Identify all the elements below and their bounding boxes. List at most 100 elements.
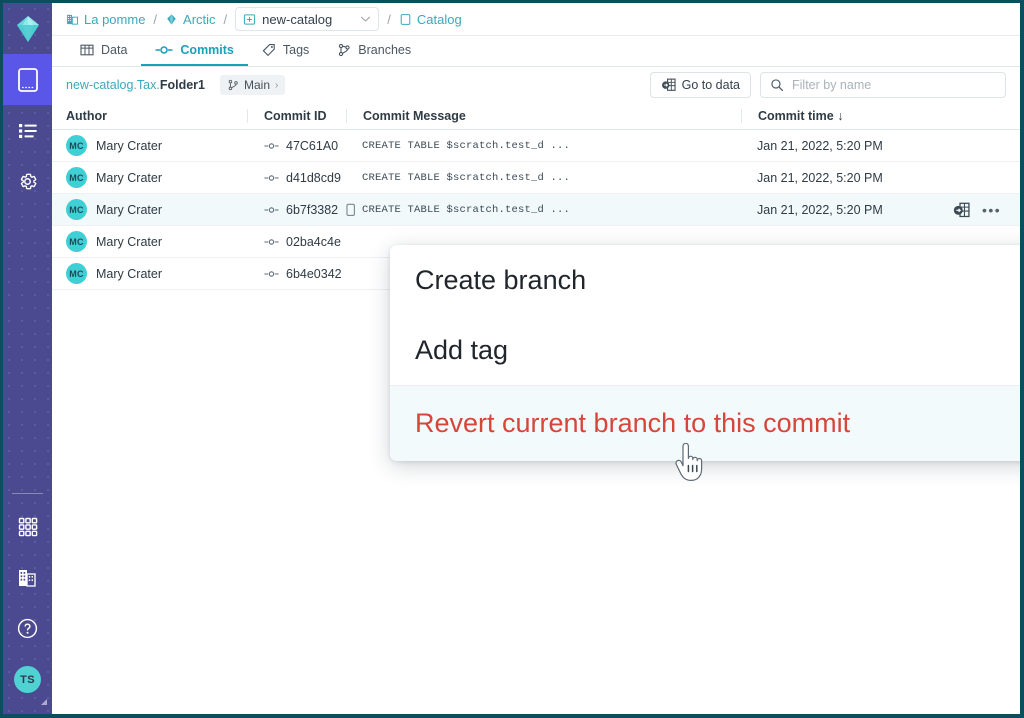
path-segment-folder1: Folder1 (159, 78, 205, 92)
table-icon (80, 43, 94, 57)
row-more-actions-button[interactable]: ••• (982, 203, 1001, 217)
column-header-commit-id[interactable]: Commit ID (247, 109, 346, 123)
tab-label-branches: Branches (358, 43, 412, 57)
object-path[interactable]: new-catalog.Tax.Folder1 (66, 78, 205, 92)
sort-descending-icon: ↓ (837, 109, 844, 123)
author-name: Mary Crater (96, 234, 162, 249)
organization-icon (66, 13, 79, 26)
author-name: Mary Crater (96, 138, 162, 153)
filter-search-box[interactable] (760, 72, 1006, 98)
cell-author: MC Mary Crater (66, 263, 247, 284)
table-row[interactable]: MC Mary Crater 47C61A0 CREATE TABLE $scratc… (52, 130, 1020, 162)
commit-id-text: 47C61A0 (286, 138, 339, 153)
catalog-selector-label: new-catalog (262, 11, 333, 27)
avatar: MC (66, 167, 87, 188)
menu-item-add-tag[interactable]: Add tag (390, 315, 1020, 385)
commit-node-icon (263, 141, 280, 151)
tab-label-tags: Tags (282, 43, 310, 57)
breadcrumb-separator-2: / (223, 11, 228, 27)
resize-corner-mark (41, 699, 47, 705)
menu-item-create-branch-label: Create branch (415, 264, 587, 295)
cell-commit-id[interactable]: 6b4e0342 (247, 267, 346, 281)
chevron-down-icon (360, 15, 371, 23)
left-sidebar: TS (3, 3, 52, 714)
author-name: Mary Crater (96, 202, 162, 217)
arctic-icon (165, 13, 178, 26)
cell-commit-id[interactable]: 6b7f3382 (247, 202, 356, 217)
sidebar-item-settings[interactable] (3, 156, 52, 207)
catalog-selector[interactable]: new-catalog (235, 7, 380, 31)
toolbar-right: Go to data (649, 72, 1006, 98)
breadcrumb-label-catalog-page: Catalog (416, 11, 462, 27)
tab-tags[interactable]: Tags (248, 36, 323, 66)
cell-commit-time: Jan 21, 2022, 5:20 PM (757, 170, 883, 185)
avatar: MC (66, 199, 87, 220)
dataset-icon (661, 78, 676, 92)
building-icon (16, 566, 39, 589)
commit-actions-context-menu: Create branch Add tag Revert current bra… (390, 245, 1020, 461)
revert-to-commit-icon[interactable] (953, 202, 970, 218)
breadcrumb-item-organization[interactable]: La pomme (66, 12, 145, 27)
cell-commit-message: CREATE TABLE $scratch.test_d ... (362, 171, 571, 184)
menu-item-add-tag-label: Add tag (415, 334, 509, 365)
cell-commit-message: CREATE TABLE $scratch.test_d ... (362, 139, 571, 152)
author-name: Mary Crater (96, 266, 162, 281)
breadcrumb: La pomme / Arctic / new-catalog / Catalo… (52, 3, 1020, 36)
menu-item-revert-branch-label: Revert current branch to this commit (415, 408, 851, 438)
table-row[interactable]: MC Mary Crater 6b7f3382 CREATE TABLE $scrat… (52, 194, 1020, 226)
column-header-commit-time-label: Commit time (758, 109, 834, 123)
tab-commits[interactable]: Commits (141, 36, 248, 66)
commit-node-icon (263, 269, 280, 279)
tab-data[interactable]: Data (66, 36, 141, 66)
sidebar-item-help[interactable] (3, 603, 52, 654)
menu-item-create-branch[interactable]: Create branch (390, 245, 1020, 315)
tab-label-commits: Commits (180, 43, 234, 57)
branch-icon (337, 43, 351, 57)
cell-commit-time: Jan 21, 2022, 5:20 PM (757, 138, 883, 153)
menu-item-revert-branch[interactable]: Revert current branch to this commit (390, 385, 1020, 461)
commit-id-text: 02ba4c4e (286, 234, 341, 249)
search-icon (770, 78, 784, 92)
path-root: new-catalog (66, 78, 134, 92)
cell-commit-time: Jan 21, 2022, 5:20 PM (757, 202, 883, 217)
main-area: La pomme / Arctic / new-catalog / Catalo… (52, 3, 1020, 714)
commit-id-text: 6b7f3382 (286, 202, 339, 217)
table-row[interactable]: MC Mary Crater d41d8cd9 CREATE TABLE $scrat… (52, 162, 1020, 194)
go-to-data-button[interactable]: Go to data (649, 72, 751, 98)
breadcrumb-label-arctic: Arctic (183, 11, 216, 27)
square-outline-icon (17, 67, 39, 93)
column-header-commit-message[interactable]: Commit Message (346, 109, 741, 123)
tab-bar: Data Commits Tags Branches (52, 36, 1020, 67)
go-to-data-label: Go to data (681, 78, 740, 92)
cell-commit-id[interactable]: 47C61A0 (247, 139, 346, 153)
avatar: MC (66, 263, 87, 284)
table-header-row: Author Commit ID Commit Message Commit t… (52, 103, 1020, 130)
branch-selector-chip[interactable]: Main › (219, 75, 286, 95)
sidebar-item-organization[interactable] (3, 552, 52, 603)
sidebar-item-catalog-browser[interactable] (3, 54, 52, 105)
cell-commit-id[interactable]: d41d8cd9 (247, 171, 346, 185)
avatar: TS (14, 666, 41, 693)
breadcrumb-item-catalog-page[interactable]: Catalog (399, 12, 462, 27)
column-header-author[interactable]: Author (66, 109, 247, 123)
column-header-commit-time[interactable]: Commit time ↓ (741, 109, 953, 123)
sidebar-item-jobs-list[interactable] (3, 105, 52, 156)
sidebar-user-avatar[interactable]: TS (3, 654, 52, 705)
catalog-page-icon (399, 13, 412, 26)
nessie-iceberg-logo[interactable] (3, 3, 52, 54)
cell-author: MC Mary Crater (66, 135, 247, 156)
breadcrumb-label-organization: La pomme (84, 11, 146, 27)
sidebar-item-apps-grid[interactable] (3, 501, 52, 552)
cell-row-actions: ••• (953, 202, 1020, 218)
breadcrumb-separator-3: / (387, 11, 391, 27)
commit-id-text: d41d8cd9 (286, 170, 341, 185)
breadcrumb-item-arctic[interactable]: Arctic (165, 12, 216, 27)
list-icon (17, 120, 39, 142)
tab-branches[interactable]: Branches (323, 36, 425, 66)
search-input[interactable] (792, 78, 996, 92)
cell-commit-message: CREATE TABLE $scratch.test_d ... (362, 203, 571, 216)
branch-selector-label: Main (243, 78, 270, 92)
cell-commit-id[interactable]: 02ba4c4e (247, 235, 346, 249)
tab-label-data: Data (101, 43, 128, 57)
sidebar-divider (12, 493, 43, 494)
